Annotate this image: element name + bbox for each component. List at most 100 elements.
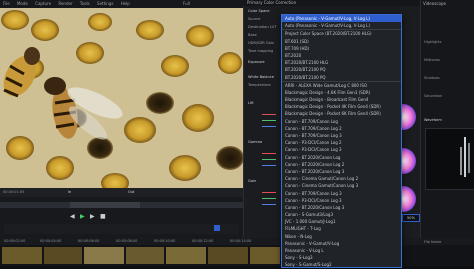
dropdown-option[interactable]: Blackmagic Design - 4.6K Film Gen3 (SDR)	[282, 89, 401, 96]
dropdown-option[interactable]: BT.709 (HD)	[282, 45, 401, 52]
ruler-tc-7: 00:00:14:00	[230, 239, 252, 243]
dropdown-option[interactable]: BT.2020/BT.2100 HLG	[282, 59, 401, 66]
dropdown-option[interactable]: Canon - BT.709/Canon Log 3	[282, 190, 401, 197]
ruler-tc-4: 00:00:08:00	[116, 239, 138, 243]
dropdown-option[interactable]: Canon - BT.2020/Canon Log	[282, 154, 401, 161]
ruler-tc-1: 00:00:02:00	[4, 239, 26, 243]
dropdown-option[interactable]: Canon - BT.709/Canon Log 3	[282, 132, 401, 139]
lift-green-slider[interactable]	[262, 120, 276, 121]
dropdown-option[interactable]: BT.2020	[282, 52, 401, 59]
lift-section[interactable]: Lift	[248, 101, 254, 105]
next-frame-icon[interactable]: ▶	[90, 213, 95, 220]
dropdown-option[interactable]: BT.2020/BT.2100 PQ	[282, 74, 401, 81]
highlights-label: Highlights	[424, 40, 442, 44]
midtones-label: Midtones	[424, 58, 440, 62]
lift-blue-slider[interactable]	[262, 126, 276, 127]
dropdown-option[interactable]: Blackmagic Design - Broadcast Film Gen4	[282, 96, 401, 103]
dropdown-option[interactable]: Sony - S-Log3	[282, 254, 401, 261]
menu-settings[interactable]: Settings	[97, 1, 113, 6]
dropdown-option[interactable]: BT.2020/BT.2100 PQ	[282, 66, 401, 73]
clip-thumb[interactable]	[208, 247, 248, 264]
gain-green-slider[interactable]	[262, 198, 276, 199]
clip-thumb[interactable]	[44, 247, 82, 264]
videoscope-title: Videoscope	[423, 1, 446, 6]
dropdown-option[interactable]: Auto (Panasonic - V-Gamut/V-Log, V-Log L…	[282, 15, 401, 23]
shadows-label: Shadows	[424, 76, 440, 80]
waveform-label: Waveform	[424, 118, 442, 122]
timecode-bar: 00:00:01:05 In Out	[0, 188, 243, 197]
exposure-section[interactable]: Exposure	[248, 60, 265, 64]
percent-field[interactable]: 50%	[402, 214, 420, 222]
dropdown-option[interactable]: BT.601 (SD)	[282, 38, 401, 45]
in-out-range	[70, 202, 140, 208]
menu-help[interactable]: Help	[121, 1, 130, 6]
gamma-red-slider[interactable]	[262, 153, 276, 154]
white-balance-section[interactable]: White Balance	[248, 75, 274, 79]
menu-tools[interactable]: Tools	[80, 1, 90, 6]
dropdown-option[interactable]: Canon - BT.2020/Canon Log 3	[282, 168, 401, 175]
tone-mapping-label: Tone mapping	[248, 49, 274, 53]
dropdown-option[interactable]: Panasonic - V-Gamut/V-Log	[282, 240, 401, 247]
gamma-green-slider[interactable]	[262, 159, 276, 160]
destination-lut-label: Destination LUT	[248, 25, 277, 29]
dropdown-option[interactable]: Canon - S-Gamut3/Log3	[282, 211, 401, 218]
stop-icon[interactable]: ■	[100, 213, 106, 220]
dropdown-option[interactable]: Canon - P3-DCI/Canon Log 3	[282, 197, 401, 204]
dropdown-option[interactable]: Project Color Space (BT.2020/BT.2100 HLG…	[282, 29, 401, 37]
gain-blue-slider[interactable]	[262, 204, 276, 205]
dropdown-option[interactable]: Canon - Cinema Gamut/Canon Log 3	[282, 182, 401, 189]
out-point-label[interactable]: Out	[128, 190, 134, 194]
dropdown-option[interactable]: Canon - BT.2020/Canon Log 2	[282, 161, 401, 168]
snap-toggle-icon[interactable]	[214, 225, 220, 231]
gain-section[interactable]: Gain	[248, 179, 256, 183]
dropdown-option[interactable]: Sony - S-Gamut/S-Log2	[282, 261, 401, 268]
dropdown-option[interactable]: FILMLIGHT - T-Log	[282, 225, 401, 232]
ruler-tc-3: 00:00:06:00	[78, 239, 100, 243]
dropdown-option[interactable]: Canon - BT.2020/Canon Log 3	[282, 204, 401, 211]
prev-frame-icon[interactable]: ◀	[70, 213, 75, 220]
base-label: Base	[248, 33, 257, 37]
in-point-label[interactable]: In	[68, 190, 71, 194]
gamma-section[interactable]: Gamma	[248, 140, 262, 144]
menu-render[interactable]: Render	[58, 1, 72, 6]
clip-thumb[interactable]	[166, 247, 206, 264]
menu-file[interactable]: File	[3, 1, 10, 6]
gain-red-slider[interactable]	[262, 192, 276, 193]
dropdown-option[interactable]: Blackmagic Design - Pocket 6K Film Gen4 …	[282, 110, 401, 117]
saturation-label: Saturation	[424, 94, 443, 98]
video-viewer[interactable]	[0, 8, 243, 188]
dropdown-option[interactable]: JVC - 1.000 Gamut/J-Log1	[282, 218, 401, 225]
dropdown-option[interactable]: ARRI - ALEXA Wide Gamut/Log C 800 ISO	[282, 80, 401, 89]
clip-thumb[interactable]	[126, 247, 164, 264]
scrub-bar[interactable]	[0, 202, 243, 208]
temperature-label: Temperature	[248, 83, 271, 87]
dropdown-option[interactable]: Canon - BT.709/Canon Log 2	[282, 125, 401, 132]
gamma-blue-slider[interactable]	[262, 165, 276, 166]
dropdown-option[interactable]: Panasonic - V-Log L	[282, 247, 401, 254]
color-space-dropdown[interactable]: Auto (Panasonic - V-Gamut/V-Log, V-Log L…	[281, 14, 402, 268]
transport-area: 00:00:01:05 In Out ◀ ▶ ▶ ■	[0, 188, 243, 238]
panel-title: Primary Color Correction	[244, 0, 423, 6]
dropdown-option[interactable]: Canon - P3-DCI/Canon Log 2	[282, 139, 401, 146]
dropdown-option[interactable]: Auto (Panasonic - V-Gamut/V-Log, V-Log L…	[282, 22, 401, 29]
play-icon[interactable]: ▶	[80, 213, 85, 220]
viewer-mode-select[interactable]: Full	[183, 0, 190, 8]
dropdown-option[interactable]: Blackmagic Design - Pocket 4K Film Gen4 …	[282, 103, 401, 110]
timeline-toolbar	[4, 224, 239, 234]
dropdown-option[interactable]: Nikon - N-Log	[282, 233, 401, 240]
clip-thumb[interactable]	[84, 247, 124, 264]
hdr-sdr-gain-label: HDR/SDR Gain	[248, 41, 275, 45]
dropdown-option[interactable]: Canon - P3-DCI/Canon Log 3	[282, 146, 401, 153]
timeline[interactable]: 00:00:02:00 00:00:04:00 00:00:06:00 00:0…	[0, 238, 474, 266]
clip-thumb[interactable]	[250, 247, 280, 264]
menu-capture[interactable]: Capture	[35, 1, 51, 6]
lift-red-slider[interactable]	[262, 114, 276, 115]
waveform-scope	[425, 128, 474, 190]
dropdown-option[interactable]: Canon - BT.709/Canon Log	[282, 118, 401, 125]
current-timecode: 00:00:01:05	[3, 190, 25, 194]
dropdown-option[interactable]: Canon - Cinema Gamut/Canon Log 2	[282, 175, 401, 182]
ruler-tc-5: 00:00:10:00	[154, 239, 176, 243]
menu-mode[interactable]: Mode	[17, 1, 28, 6]
clip-thumb[interactable]	[2, 247, 42, 264]
color-space-header[interactable]: Color Space	[248, 9, 269, 13]
